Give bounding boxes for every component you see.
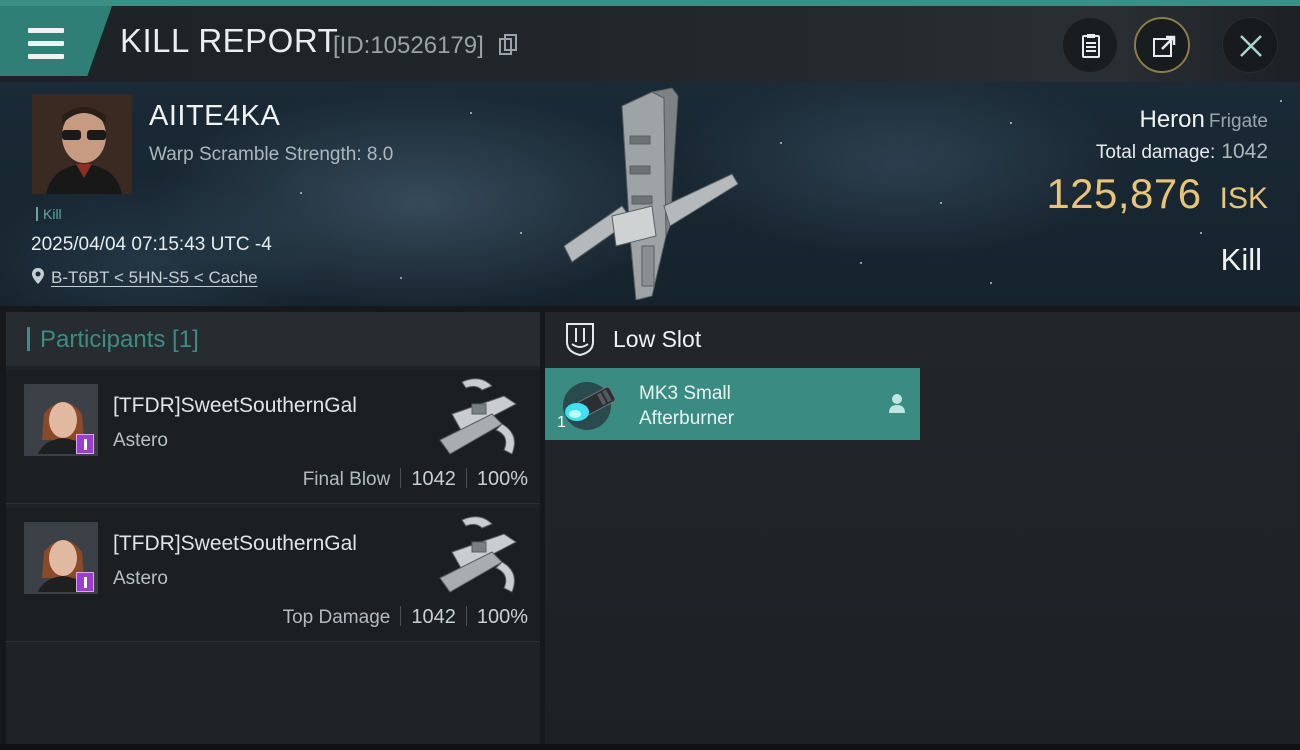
isk-unit: ISK <box>1219 182 1268 215</box>
participant-stats: Top Damage 1042 100% <box>283 606 528 629</box>
clipboard-button[interactable] <box>1062 17 1118 73</box>
total-damage-value: 1042 <box>1221 140 1268 163</box>
clipboard-icon <box>1082 34 1100 58</box>
location-pin-icon <box>32 268 44 284</box>
fitting-panel: Low Slot 1 MK3 Small Afterburner <box>545 312 1300 744</box>
ship-name[interactable]: Heron Frigate <box>1139 106 1268 134</box>
slot-title: Low Slot <box>613 326 702 352</box>
copy-icon[interactable] <box>499 34 517 56</box>
kill-location[interactable]: B-T6BT < 5HN-S5 < Cache <box>31 267 258 288</box>
participants-panel: Participants [1] [TFDR]SweetSouthernGal … <box>6 312 540 744</box>
top-bar: KILL REPORT [ID:10526179] <box>0 0 1300 82</box>
victim-avatar[interactable] <box>32 94 132 194</box>
faction-badge-icon <box>76 572 94 592</box>
report-id: [ID:10526179] <box>333 32 484 59</box>
participant-name[interactable]: [TFDR]SweetSouthernGal <box>113 394 357 418</box>
participant-percent: 100% <box>476 606 528 628</box>
participant-stats: Final Blow 1042 100% <box>303 468 528 491</box>
kill-summary-banner: AIITE4KA Warp Scramble Strength: 8.0 Kil… <box>0 82 1300 306</box>
module-name: MK3 Small Afterburner <box>639 381 734 431</box>
warp-scramble-strength: Warp Scramble Strength: 8.0 <box>149 144 394 165</box>
kill-timestamp: 2025/04/04 07:15:43 UTC -4 <box>31 234 272 255</box>
module-name-line2: Afterburner <box>639 408 735 429</box>
share-icon <box>1153 35 1176 57</box>
module-item[interactable]: 1 MK3 Small Afterburner <box>545 368 920 440</box>
total-damage: Total damage: 1042 <box>1096 140 1268 164</box>
ship-type: Heron <box>1139 106 1205 133</box>
kill-tag: Kill <box>36 206 62 222</box>
close-button[interactable] <box>1222 17 1278 73</box>
result-label: Kill <box>1220 242 1262 277</box>
participant-ship-image <box>439 516 517 593</box>
participant-name[interactable]: [TFDR]SweetSouthernGal <box>113 532 357 556</box>
participant-row[interactable]: [TFDR]SweetSouthernGal Astero Final Blow… <box>6 370 540 504</box>
page-title: KILL REPORT <box>120 22 339 59</box>
divider <box>465 468 467 488</box>
menu-icon <box>28 28 64 60</box>
menu-button[interactable] <box>0 6 112 76</box>
participant-ship-image <box>439 378 517 455</box>
participant-damage: 1042 <box>411 606 456 628</box>
participant-role: Final Blow <box>302 469 391 490</box>
accent-line <box>0 0 1300 6</box>
location-link[interactable]: B-T6BT < 5HN-S5 < Cache <box>51 268 258 287</box>
isk-value: 125,876 ISK <box>1046 170 1268 218</box>
faction-badge-icon <box>76 434 94 454</box>
participant-role: Top Damage <box>282 607 391 628</box>
participant-ship: Astero <box>113 568 168 589</box>
participants-title: Participants [1] <box>40 326 199 353</box>
victim-portrait-image <box>32 94 132 194</box>
section-marker <box>27 327 30 351</box>
divider <box>400 606 402 626</box>
divider <box>465 606 467 626</box>
participant-ship: Astero <box>113 430 168 451</box>
isk-amount: 125,876 <box>1046 170 1202 217</box>
ship-image <box>563 87 739 300</box>
divider <box>400 468 402 488</box>
participants-header: Participants [1] <box>6 312 540 366</box>
bottom-edge <box>0 744 1300 750</box>
ship-class: Frigate <box>1208 111 1268 132</box>
share-button[interactable] <box>1134 17 1190 73</box>
afterburner-icon <box>563 382 616 430</box>
low-slot-icon <box>566 323 594 356</box>
close-icon <box>1240 35 1262 57</box>
module-name-line1: MK3 Small <box>639 383 731 404</box>
participant-percent: 100% <box>476 468 528 490</box>
victim-name[interactable]: AIITE4KA <box>149 100 280 133</box>
participant-damage: 1042 <box>411 468 456 490</box>
person-icon[interactable] <box>888 393 906 413</box>
total-damage-label: Total damage: <box>1095 142 1216 163</box>
module-quantity: 1 <box>557 414 566 431</box>
participant-row[interactable]: [TFDR]SweetSouthernGal Astero Top Damage… <box>6 508 540 642</box>
